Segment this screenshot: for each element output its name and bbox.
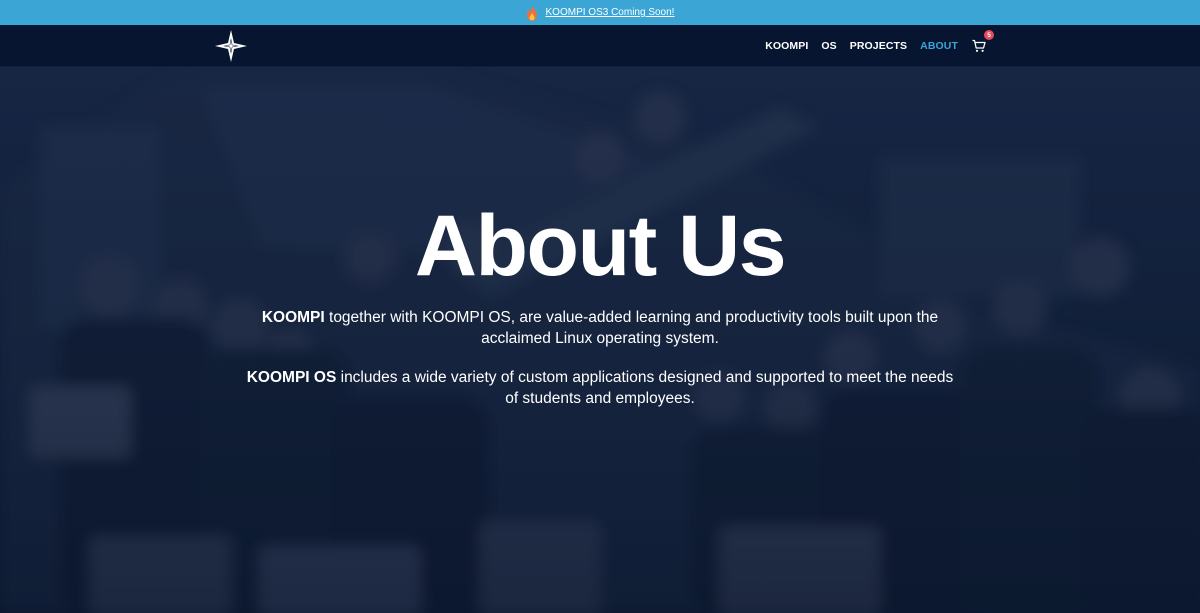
os-paragraph: KOOMPI OS includes a wide variety of cus… xyxy=(240,367,960,409)
nav-item-projects[interactable]: PROJECTS xyxy=(850,40,907,52)
nav-item-about[interactable]: ABOUT xyxy=(920,40,958,52)
nav-item-os[interactable]: OS xyxy=(821,40,836,52)
cart-count-badge: 5 xyxy=(984,30,994,40)
top-navbar: KOOMPI OS PROJECTS ABOUT 5 xyxy=(0,25,1200,67)
cart-icon xyxy=(972,39,986,52)
announcement-link[interactable]: KOOMPI OS3 Coming Soon! xyxy=(546,7,675,18)
koompi-logo-icon[interactable] xyxy=(214,29,248,63)
announcement-bar: KOOMPI OS3 Coming Soon! xyxy=(0,0,1200,25)
cart-button[interactable]: 5 xyxy=(972,30,994,53)
intro-paragraph: KOOMPI together with KOOMPI OS, are valu… xyxy=(240,307,960,349)
intro-bold: KOOMPI xyxy=(261,309,325,326)
os-text: includes a wide variety of custom applic… xyxy=(336,369,954,407)
intro-text: together with KOOMPI OS, are value-added… xyxy=(324,309,939,347)
flame-icon xyxy=(526,4,537,21)
nav-menu: KOOMPI OS PROJECTS ABOUT 5 xyxy=(752,25,994,67)
nav-item-koompi[interactable]: KOOMPI xyxy=(765,40,808,52)
os-bold: KOOMPI OS xyxy=(246,369,337,386)
page-title: About Us xyxy=(414,198,787,294)
